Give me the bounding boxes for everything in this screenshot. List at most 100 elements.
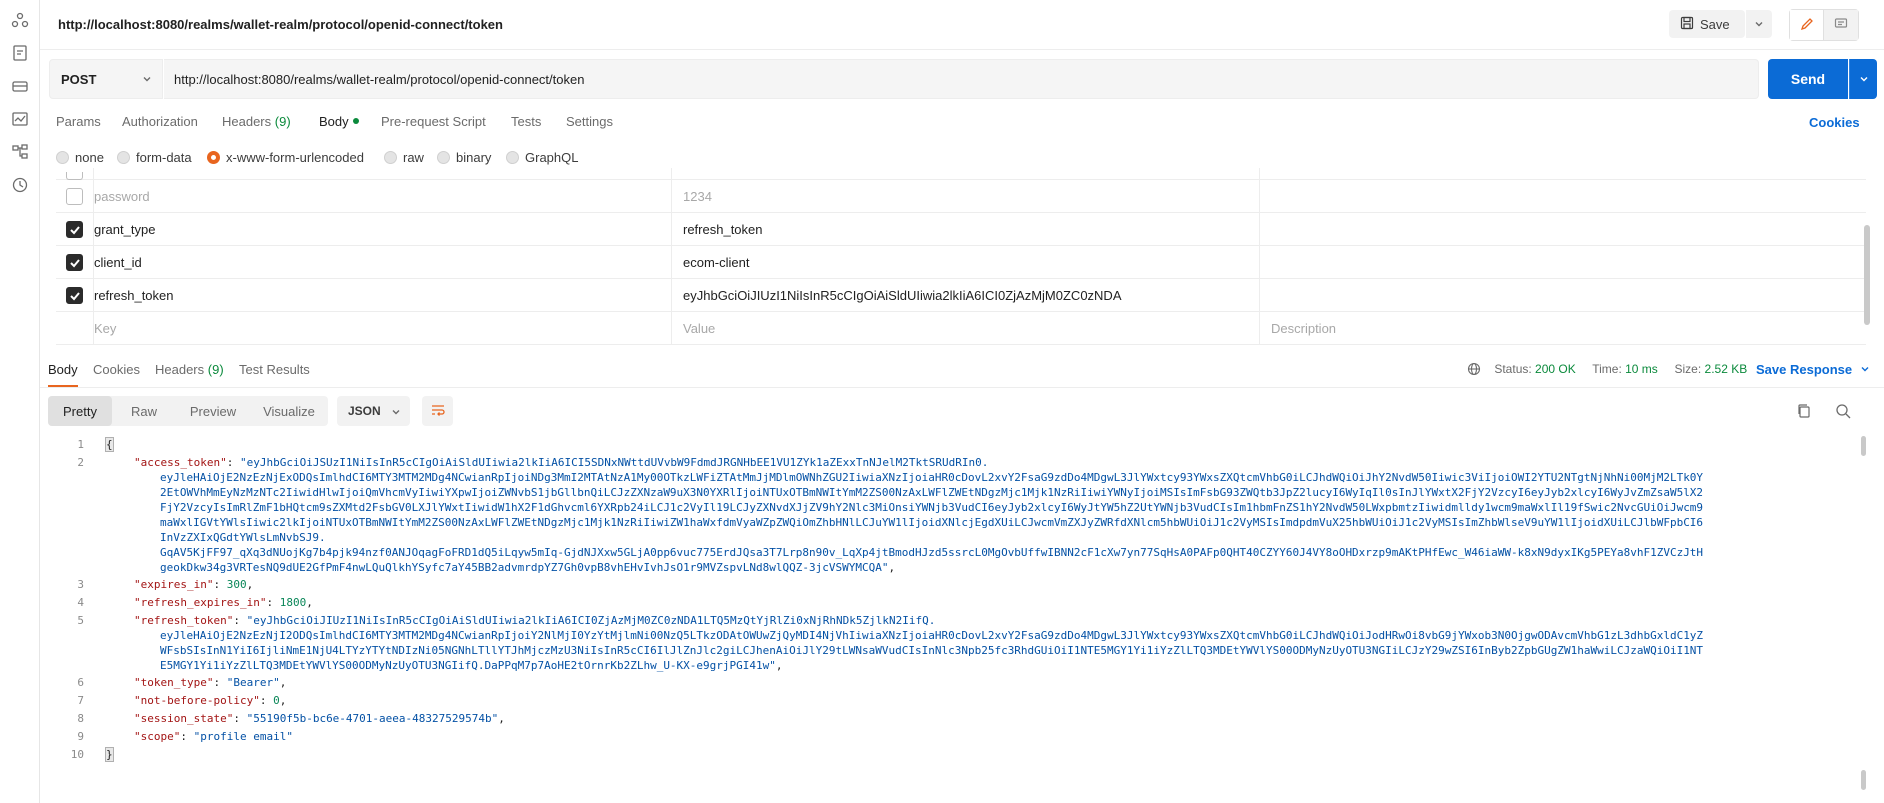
tab-response-body[interactable]: Body (48, 362, 78, 377)
description-cell[interactable] (1260, 180, 1866, 213)
row-checkbox[interactable] (66, 172, 83, 180)
divider (40, 387, 1884, 388)
save-options-button[interactable] (1746, 10, 1772, 38)
radio-form-data-label: form-data (136, 150, 192, 165)
cookies-link[interactable]: Cookies (1809, 115, 1860, 130)
value-cell[interactable]: eyJhbGciOiJIUzI1NiIsInR5cCIgOiAiSldUIiwi… (672, 279, 1260, 312)
view-raw[interactable]: Raw (112, 396, 176, 426)
save-response-button[interactable]: Save Response (1756, 362, 1870, 377)
view-visualize[interactable]: Visualize (250, 396, 328, 426)
value-cell[interactable]: refresh_token (672, 213, 1260, 246)
tab-body[interactable]: Body (319, 114, 359, 129)
flows-icon[interactable] (11, 143, 29, 161)
row-checkbox-checked[interactable] (66, 287, 83, 304)
code-line: "refresh_token": "eyJhbGciOiJIUzI1NiIsIn… (134, 614, 936, 627)
description-cell[interactable] (1260, 246, 1866, 279)
time-label: Time: (1592, 362, 1622, 376)
tab-prerequest-script[interactable]: Pre-request Script (381, 114, 486, 129)
new-value-input[interactable]: Value (672, 312, 1260, 345)
tab-tests[interactable]: Tests (511, 114, 541, 129)
value-cell[interactable]: 1234 (672, 180, 1260, 213)
description-cell[interactable] (1260, 213, 1866, 246)
format-select[interactable]: JSON (337, 396, 410, 426)
edit-mode-button[interactable] (1790, 10, 1824, 40)
response-body-code[interactable]: 1 { 2 "access_token": "eyJhbGciOiJSUzI1N… (40, 434, 1860, 803)
tab-response-headers[interactable]: Headers (9) (155, 362, 224, 377)
monitor-icon[interactable] (11, 110, 29, 128)
radio-circle (56, 151, 69, 164)
value-cell[interactable]: ecom-client (672, 246, 1260, 279)
status-value[interactable]: 200 OK (1535, 362, 1576, 376)
row-checkbox-cell (56, 312, 94, 345)
params-scrollbar[interactable] (1864, 225, 1870, 325)
radio-raw[interactable]: raw (384, 150, 424, 165)
json-string: GqAV5KjFF97_qXq3dNUojKg7b4pjk94nzf0ANJOq… (160, 546, 1704, 559)
json-string: eyJleHAiOjE2NzEzNjI2ODQsImlhdCI6MTY3MTM2… (160, 629, 1704, 642)
table-row: grant_type refresh_token (56, 213, 1866, 246)
key-cell[interactable]: refresh_token (94, 279, 672, 312)
tab-test-results[interactable]: Test Results (239, 362, 310, 377)
send-button[interactable]: Send (1768, 59, 1848, 99)
search-icon[interactable] (1834, 402, 1852, 420)
chevron-down-icon (391, 406, 401, 420)
comment-icon (1834, 17, 1848, 34)
new-description-input[interactable]: Description (1260, 312, 1866, 345)
chevron-down-icon (1859, 72, 1869, 87)
radio-urlencoded[interactable]: x-www-form-urlencoded (207, 150, 364, 165)
description-cell[interactable] (1260, 279, 1866, 312)
chevron-down-icon (1754, 17, 1764, 32)
tab-headers[interactable]: Headers (9) (222, 114, 291, 129)
tab-response-cookies[interactable]: Cookies (93, 362, 140, 377)
radio-graphql[interactable]: GraphQL (506, 150, 578, 165)
save-response-label: Save Response (1756, 362, 1853, 377)
radio-circle (117, 151, 130, 164)
new-key-input[interactable]: Key (94, 312, 672, 345)
tab-settings[interactable]: Settings (566, 114, 613, 129)
radio-form-data[interactable]: form-data (117, 150, 192, 165)
time-value[interactable]: 10 ms (1625, 362, 1658, 376)
radio-none[interactable]: none (56, 150, 104, 165)
documentation-mode-button[interactable] (1824, 10, 1858, 40)
send-options-button[interactable] (1849, 59, 1877, 99)
table-row: refresh_token eyJhbGciOiJIUzI1NiIsInR5cC… (56, 279, 1866, 312)
environment-icon[interactable] (11, 77, 29, 95)
key-cell[interactable]: password (94, 180, 672, 213)
radio-none-label: none (75, 150, 104, 165)
row-checkbox-cell (56, 279, 94, 312)
json-key: "expires_in" (134, 578, 214, 591)
save-icon (1680, 16, 1694, 33)
view-pretty[interactable]: Pretty (48, 396, 112, 426)
size-label: Size: (1674, 362, 1702, 376)
row-checkbox-checked[interactable] (66, 254, 83, 271)
send-label: Send (1790, 71, 1826, 87)
table-row: client_id ecom-client (56, 246, 1866, 279)
response-headers-count: (9) (207, 362, 224, 377)
json-key: "session_state" (134, 712, 234, 725)
key-cell[interactable]: client_id (94, 246, 672, 279)
size-value[interactable]: 2.52 KB (1705, 362, 1748, 376)
request-title[interactable]: http://localhost:8080/realms/wallet-real… (58, 17, 503, 32)
globe-icon[interactable] (1467, 362, 1481, 379)
json-string: "eyJhbGciOiJSUzI1NiIsInR5cCIgOiAiSldUIiw… (239, 456, 989, 469)
code-scrollbar-bottom[interactable] (1861, 770, 1866, 790)
save-button[interactable]: Save (1669, 10, 1745, 38)
tab-authorization[interactable]: Authorization (122, 114, 198, 129)
tab-params[interactable]: Params (56, 114, 101, 129)
collection-icon[interactable] (11, 44, 29, 62)
users-icon[interactable] (11, 11, 29, 29)
method-select[interactable]: POST (49, 59, 163, 99)
url-input[interactable]: http://localhost:8080/realms/wallet-real… (164, 59, 1759, 99)
key-cell[interactable]: grant_type (94, 213, 672, 246)
row-checkbox[interactable] (66, 188, 83, 205)
headers-count: (9) (274, 114, 291, 129)
wrap-lines-button[interactable] (422, 396, 453, 426)
radio-binary[interactable]: binary (437, 150, 491, 165)
code-scrollbar-top[interactable] (1861, 436, 1866, 456)
history-icon[interactable] (11, 176, 29, 194)
row-checkbox-checked[interactable] (66, 221, 83, 238)
radio-binary-label: binary (456, 150, 492, 165)
row-checkbox-cell (56, 246, 94, 279)
view-preview[interactable]: Preview (176, 396, 250, 426)
copy-icon[interactable] (1795, 402, 1813, 420)
left-sidebar (0, 0, 40, 803)
